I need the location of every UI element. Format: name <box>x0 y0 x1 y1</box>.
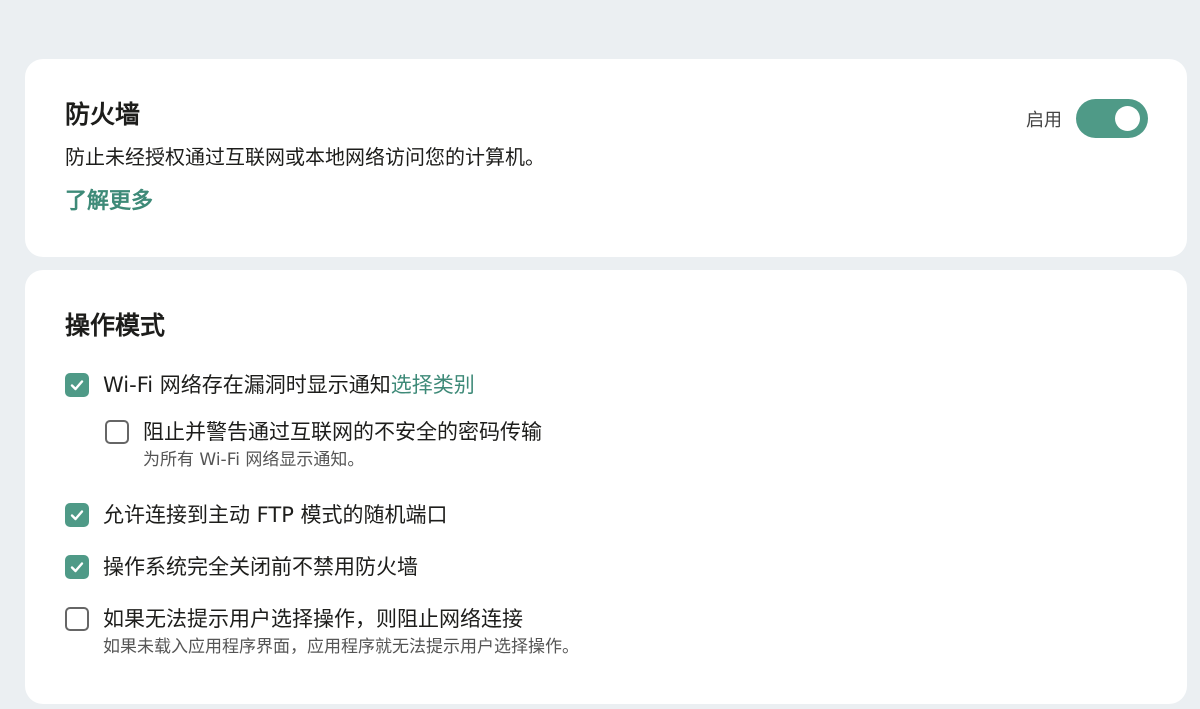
checkbox-keep-firewall[interactable] <box>65 555 89 579</box>
checkbox-ftp-random-ports[interactable] <box>65 503 89 527</box>
option-ftp-random-ports: 允许连接到主动 FTP 模式的随机端口 <box>65 501 448 529</box>
option-insecure-password: 阻止并警告通过互联网的不安全的密码传输 为所有 Wi-Fi 网络显示通知。 <box>105 418 542 472</box>
operation-mode-title: 操作模式 <box>65 311 166 340</box>
toggle-knob <box>1115 106 1140 131</box>
operation-mode-card: 操作模式 Wi-Fi 网络存在漏洞时显示通知选择类别 阻止并警告通过互联网的不安… <box>25 270 1187 704</box>
firewall-card: 防火墙 防止未经授权通过互联网或本地网络访问您的计算机。 了解更多 启用 <box>25 59 1187 257</box>
checkmark-icon <box>70 562 84 573</box>
option-sublabel: 为所有 Wi-Fi 网络显示通知。 <box>143 450 365 470</box>
option-sublabel: 如果未载入应用程序界面，应用程序就无法提示用户选择操作。 <box>103 637 579 657</box>
option-label: 阻止并警告通过互联网的不安全的密码传输 <box>143 420 542 444</box>
firewall-title: 防火墙 <box>65 100 141 129</box>
firewall-enable-toggle[interactable] <box>1076 99 1148 138</box>
firewall-description: 防止未经授权通过互联网或本地网络访问您的计算机。 <box>65 145 545 169</box>
learn-more-link[interactable]: 了解更多 <box>65 187 153 217</box>
checkbox-block-when-no-prompt[interactable] <box>65 607 89 631</box>
toggle-label: 启用 <box>1026 109 1062 131</box>
checkmark-icon <box>70 510 84 521</box>
option-label: 允许连接到主动 FTP 模式的随机端口 <box>103 503 448 527</box>
select-category-link[interactable]: 选择类别 <box>391 373 475 397</box>
option-label: 操作系统完全关闭前不禁用防火墙 <box>103 555 418 579</box>
checkbox-insecure-password[interactable] <box>105 420 129 444</box>
checkbox-wifi-vulnerable[interactable] <box>65 373 89 397</box>
option-label: 如果无法提示用户选择操作，则阻止网络连接 <box>103 607 523 631</box>
checkmark-icon <box>70 380 84 391</box>
option-wifi-vulnerable: Wi-Fi 网络存在漏洞时显示通知选择类别 <box>65 371 475 399</box>
option-label: Wi-Fi 网络存在漏洞时显示通知 <box>103 373 391 397</box>
option-block-when-no-prompt: 如果无法提示用户选择操作，则阻止网络连接 如果未载入应用程序界面，应用程序就无法… <box>65 605 579 659</box>
firewall-toggle-group: 启用 <box>1026 99 1148 138</box>
option-keep-firewall-until-shutdown: 操作系统完全关闭前不禁用防火墙 <box>65 553 418 581</box>
